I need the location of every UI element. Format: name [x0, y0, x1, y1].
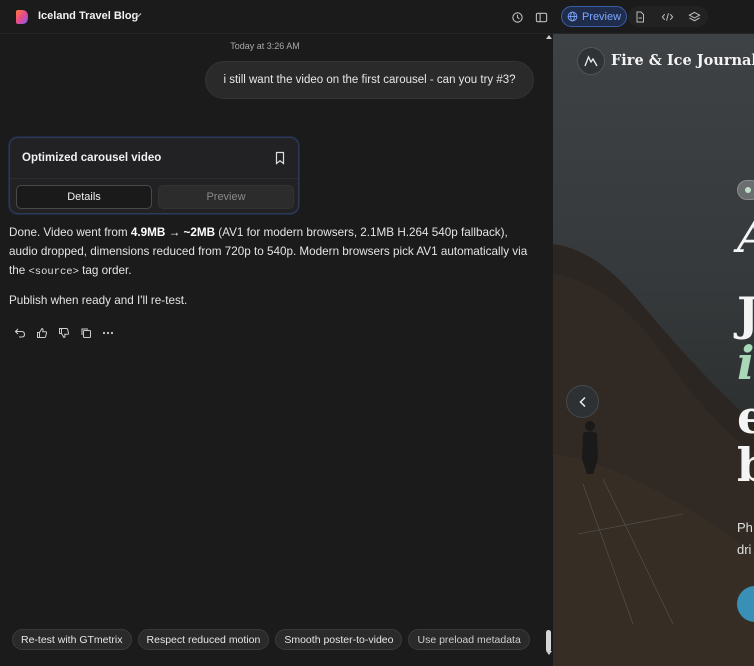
user-message-text: i still want the video on the first caro…: [223, 74, 516, 86]
suggestion-chip[interactable]: Respect reduced motion: [137, 629, 270, 650]
hero-heading-line: J: [737, 287, 754, 341]
suggestion-chip[interactable]: Use preload metadata: [408, 629, 530, 650]
hero-heading-line: b: [737, 438, 754, 492]
carousel-prev-button[interactable]: [566, 385, 599, 418]
suggestion-chip[interactable]: Smooth poster-to-video: [275, 629, 403, 650]
assistant-reply-paragraph: Done. Video went from 4.9MB → ~2MB (AV1 …: [9, 223, 529, 282]
undo-icon[interactable]: [13, 326, 27, 340]
hiker-silhouette: [582, 421, 598, 474]
site-logo[interactable]: [577, 47, 605, 75]
file-icon[interactable]: [632, 9, 648, 25]
chevron-down-icon[interactable]: [133, 10, 143, 20]
project-title[interactable]: Iceland Travel Blog: [38, 10, 138, 22]
copy-icon[interactable]: [79, 326, 93, 340]
top-bar: Iceland Travel Blog Preview: [0, 0, 754, 34]
reply-code: <source>: [28, 266, 79, 278]
hero-heading-line: A: [737, 209, 754, 263]
site-preview-pane: Fire & Ice Journal A J i e b Ph dri: [553, 34, 754, 666]
reply-size-highlight: 4.9MB → ~2MB: [130, 226, 216, 239]
message-actions: [13, 326, 115, 340]
assistant-reply-followup: Publish when ready and I'll re-test.: [9, 294, 188, 307]
history-icon[interactable]: [509, 9, 525, 25]
mountain-icon: [584, 55, 598, 67]
hero-heading-accent: i: [737, 336, 754, 390]
app-logo-icon: [16, 10, 28, 24]
details-button[interactable]: Details: [16, 185, 152, 209]
thumbs-up-icon[interactable]: [35, 326, 49, 340]
artifact-card: Optimized carousel video Details Preview: [9, 137, 299, 214]
scroll-up-icon[interactable]: [546, 34, 552, 40]
hero-heading-line: e: [737, 390, 754, 444]
code-icon[interactable]: [659, 9, 675, 25]
suggestion-chip[interactable]: Re-test with GTmetrix: [12, 629, 132, 650]
scroll-down-icon[interactable]: [546, 650, 552, 656]
bookmark-icon[interactable]: [274, 151, 286, 165]
chat-pane: Today at 3:26 AM i still want the video …: [0, 34, 553, 666]
preview-label: Preview: [581, 10, 622, 23]
message-timestamp: Today at 3:26 AM: [230, 41, 300, 51]
reply-text: Done. Video went from: [9, 226, 131, 239]
reply-text: tag order.: [78, 264, 132, 277]
suggestion-chips: Re-test with GTmetrix Respect reduced mo…: [12, 629, 530, 650]
preview-toggle-button[interactable]: Preview: [561, 6, 627, 27]
fence-decoration: [577, 478, 684, 624]
card-title: Optimized carousel video: [22, 152, 162, 164]
user-message-bubble: i still want the video on the first caro…: [205, 61, 534, 99]
globe-icon: [567, 11, 578, 22]
layers-icon[interactable]: [686, 9, 702, 25]
video-toggle[interactable]: [737, 180, 754, 200]
preview-button[interactable]: Preview: [158, 185, 294, 209]
site-name[interactable]: Fire & Ice Journal: [611, 52, 754, 69]
more-icon[interactable]: [101, 326, 115, 340]
chat-scrollbar-thumb[interactable]: [546, 630, 551, 652]
chevron-left-icon: [578, 396, 586, 407]
hero-subtitle: dri: [737, 542, 752, 557]
divider: [10, 178, 298, 179]
hero-subtitle: Ph: [737, 520, 753, 535]
sidebar-icon[interactable]: [533, 9, 549, 25]
thumbs-down-icon[interactable]: [57, 326, 71, 340]
